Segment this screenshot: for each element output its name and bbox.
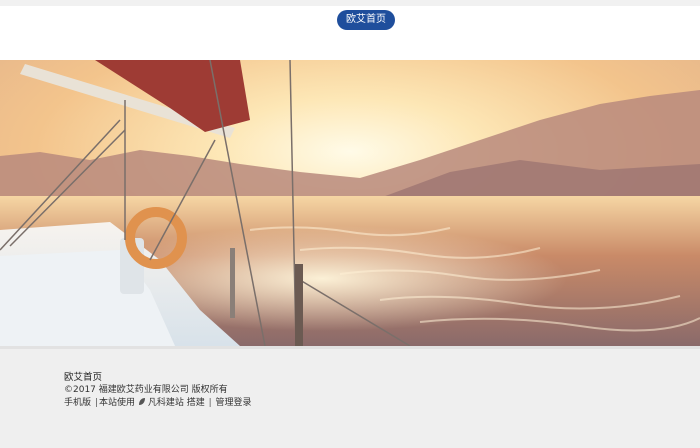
- footer-separator: |: [208, 398, 212, 408]
- footer-home-link[interactable]: 欧艾首页: [64, 371, 252, 384]
- faisco-leaf-icon: [138, 398, 145, 405]
- footer-links: 手机版 |本站使用 凡科建站 搭建 | 管理登录: [64, 397, 252, 410]
- sailboat-sunset-photo: [0, 60, 700, 346]
- hero-banner: [0, 60, 700, 346]
- footer-content: 欧艾首页 ©2017 福建欧艾药业有限公司 版权所有 手机版 | 本站使用 凡科建…: [64, 371, 252, 410]
- footer: 欧艾首页 ©2017 福建欧艾药业有限公司 版权所有 手机版 | 本站使用 凡科建…: [0, 346, 700, 448]
- admin-login-link[interactable]: 管理登录: [216, 398, 252, 408]
- faisco-builder-link[interactable]: 凡科建站: [148, 398, 184, 408]
- site-usage-text: 本站使用: [98, 398, 135, 408]
- top-nav: 欧艾首页: [0, 6, 700, 60]
- footer-copyright: ©2017 福建欧艾药业有限公司 版权所有: [64, 385, 228, 395]
- mobile-version-link[interactable]: 手机版: [64, 398, 91, 408]
- build-text: 搭建: [186, 398, 205, 408]
- nav-home-button[interactable]: 欧艾首页: [337, 10, 395, 30]
